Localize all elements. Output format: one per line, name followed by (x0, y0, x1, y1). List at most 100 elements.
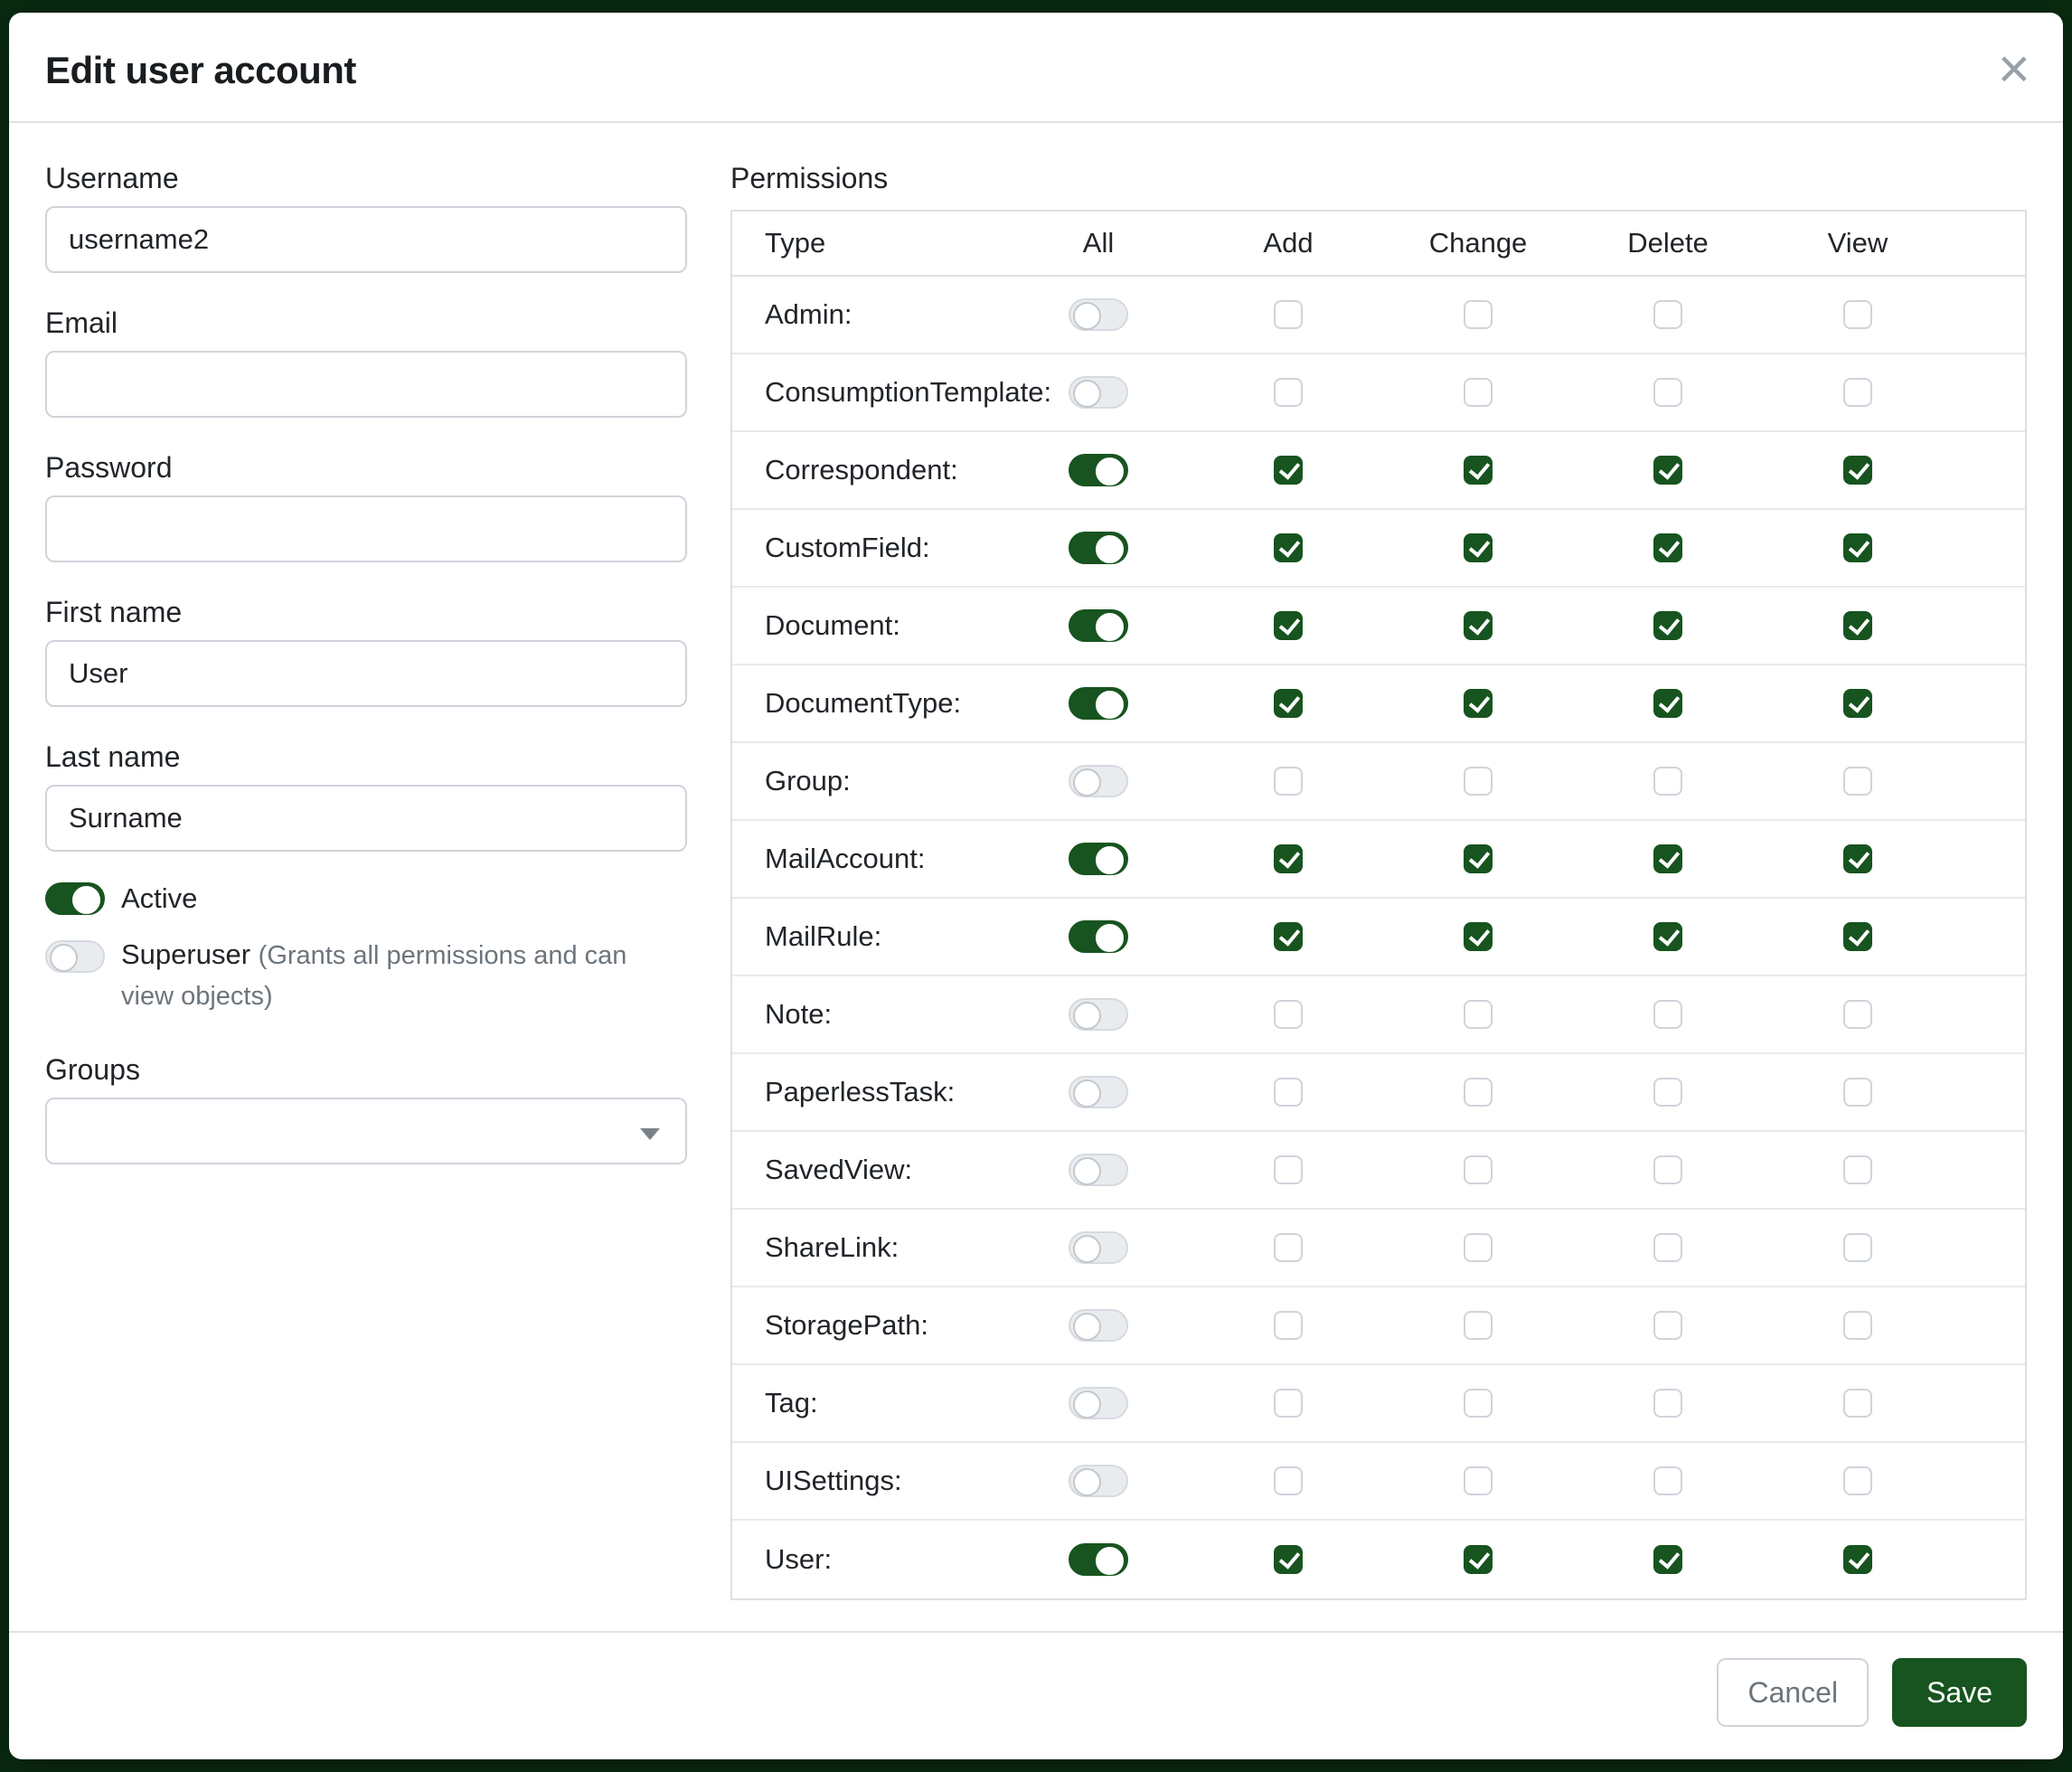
permission-add-checkbox[interactable] (1274, 456, 1303, 485)
permission-delete-checkbox[interactable] (1653, 1389, 1682, 1418)
permission-all-toggle[interactable] (1069, 376, 1128, 409)
close-icon[interactable]: × (1998, 42, 2030, 98)
permission-change-checkbox[interactable] (1464, 1545, 1493, 1574)
permission-delete-checkbox[interactable] (1653, 1078, 1682, 1107)
permission-change-checkbox[interactable] (1464, 378, 1493, 407)
permission-view-checkbox[interactable] (1843, 1545, 1872, 1574)
cancel-button[interactable]: Cancel (1717, 1658, 1869, 1727)
permission-all-toggle[interactable] (1069, 454, 1128, 486)
permission-view-checkbox[interactable] (1843, 1078, 1872, 1107)
permission-change-cell (1383, 1311, 1573, 1340)
password-field-group: Password (45, 448, 687, 562)
permission-view-checkbox[interactable] (1843, 378, 1872, 407)
permission-add-checkbox[interactable] (1274, 844, 1303, 873)
permission-delete-checkbox[interactable] (1653, 844, 1682, 873)
permission-view-checkbox[interactable] (1843, 456, 1872, 485)
permission-delete-checkbox[interactable] (1653, 300, 1682, 329)
permission-change-checkbox[interactable] (1464, 1389, 1493, 1418)
permission-change-checkbox[interactable] (1464, 767, 1493, 796)
permission-all-toggle[interactable] (1069, 609, 1128, 642)
permission-add-checkbox[interactable] (1274, 1000, 1303, 1029)
permission-add-checkbox[interactable] (1274, 1311, 1303, 1340)
permission-delete-checkbox[interactable] (1653, 1233, 1682, 1262)
permission-view-checkbox[interactable] (1843, 1155, 1872, 1184)
permission-add-checkbox[interactable] (1274, 1545, 1303, 1574)
first-name-field[interactable] (45, 640, 687, 707)
permission-view-cell (1763, 1389, 1953, 1418)
superuser-toggle[interactable] (45, 940, 105, 973)
permission-change-checkbox[interactable] (1464, 1000, 1493, 1029)
permission-change-checkbox[interactable] (1464, 689, 1493, 718)
permission-change-checkbox[interactable] (1464, 533, 1493, 562)
permission-change-checkbox[interactable] (1464, 922, 1493, 951)
permission-view-checkbox[interactable] (1843, 300, 1872, 329)
permission-all-toggle[interactable] (1069, 532, 1128, 564)
permission-add-checkbox[interactable] (1274, 689, 1303, 718)
permission-view-checkbox[interactable] (1843, 844, 1872, 873)
permission-add-checkbox[interactable] (1274, 922, 1303, 951)
permission-delete-checkbox[interactable] (1653, 1466, 1682, 1495)
permission-view-checkbox[interactable] (1843, 1233, 1872, 1262)
permission-view-checkbox[interactable] (1843, 1466, 1872, 1495)
permission-all-toggle[interactable] (1069, 1154, 1128, 1186)
permission-add-checkbox[interactable] (1274, 533, 1303, 562)
password-field[interactable] (45, 495, 687, 562)
permission-add-checkbox[interactable] (1274, 767, 1303, 796)
email-field[interactable] (45, 351, 687, 418)
permission-change-checkbox[interactable] (1464, 844, 1493, 873)
permission-delete-checkbox[interactable] (1653, 922, 1682, 951)
permission-all-toggle[interactable] (1069, 1231, 1128, 1264)
permission-all-toggle[interactable] (1069, 1076, 1128, 1108)
permission-all-toggle[interactable] (1069, 1543, 1128, 1576)
permission-view-checkbox[interactable] (1843, 1000, 1872, 1029)
permission-change-checkbox[interactable] (1464, 1078, 1493, 1107)
permission-change-checkbox[interactable] (1464, 611, 1493, 640)
permission-add-checkbox[interactable] (1274, 1155, 1303, 1184)
permission-add-checkbox[interactable] (1274, 378, 1303, 407)
permission-add-checkbox[interactable] (1274, 1466, 1303, 1495)
permission-add-checkbox[interactable] (1274, 1389, 1303, 1418)
permission-view-checkbox[interactable] (1843, 689, 1872, 718)
permission-add-checkbox[interactable] (1274, 1233, 1303, 1262)
permission-add-checkbox[interactable] (1274, 1078, 1303, 1107)
permission-delete-checkbox[interactable] (1653, 533, 1682, 562)
permission-change-checkbox[interactable] (1464, 1233, 1493, 1262)
permission-delete-checkbox[interactable] (1653, 611, 1682, 640)
permission-delete-checkbox[interactable] (1653, 1155, 1682, 1184)
permission-delete-checkbox[interactable] (1653, 689, 1682, 718)
save-button[interactable]: Save (1892, 1658, 2027, 1727)
permission-delete-checkbox[interactable] (1653, 1000, 1682, 1029)
permission-delete-checkbox[interactable] (1653, 767, 1682, 796)
permission-view-checkbox[interactable] (1843, 922, 1872, 951)
last-name-field[interactable] (45, 785, 687, 852)
permission-change-checkbox[interactable] (1464, 300, 1493, 329)
permission-add-checkbox[interactable] (1274, 611, 1303, 640)
permission-all-toggle[interactable] (1069, 998, 1128, 1031)
permission-delete-checkbox[interactable] (1653, 378, 1682, 407)
groups-select[interactable] (45, 1098, 687, 1164)
permission-change-cell (1383, 1078, 1573, 1107)
permission-delete-checkbox[interactable] (1653, 1545, 1682, 1574)
permission-delete-checkbox[interactable] (1653, 456, 1682, 485)
permission-all-toggle[interactable] (1069, 765, 1128, 797)
permission-all-toggle[interactable] (1069, 1465, 1128, 1497)
permission-all-toggle[interactable] (1069, 1309, 1128, 1342)
permission-all-toggle[interactable] (1069, 298, 1128, 331)
permission-all-toggle[interactable] (1069, 687, 1128, 720)
permission-view-checkbox[interactable] (1843, 767, 1872, 796)
permission-all-toggle[interactable] (1069, 920, 1128, 953)
permission-change-checkbox[interactable] (1464, 1311, 1493, 1340)
permission-view-checkbox[interactable] (1843, 611, 1872, 640)
permission-all-toggle[interactable] (1069, 843, 1128, 875)
permission-all-toggle[interactable] (1069, 1387, 1128, 1419)
permission-add-checkbox[interactable] (1274, 300, 1303, 329)
active-toggle[interactable] (45, 882, 105, 915)
permission-delete-checkbox[interactable] (1653, 1311, 1682, 1340)
username-input[interactable] (45, 206, 687, 273)
permission-view-checkbox[interactable] (1843, 1311, 1872, 1340)
permission-view-checkbox[interactable] (1843, 1389, 1872, 1418)
permission-change-checkbox[interactable] (1464, 1466, 1493, 1495)
permission-change-checkbox[interactable] (1464, 1155, 1493, 1184)
permission-view-checkbox[interactable] (1843, 533, 1872, 562)
permission-change-checkbox[interactable] (1464, 456, 1493, 485)
